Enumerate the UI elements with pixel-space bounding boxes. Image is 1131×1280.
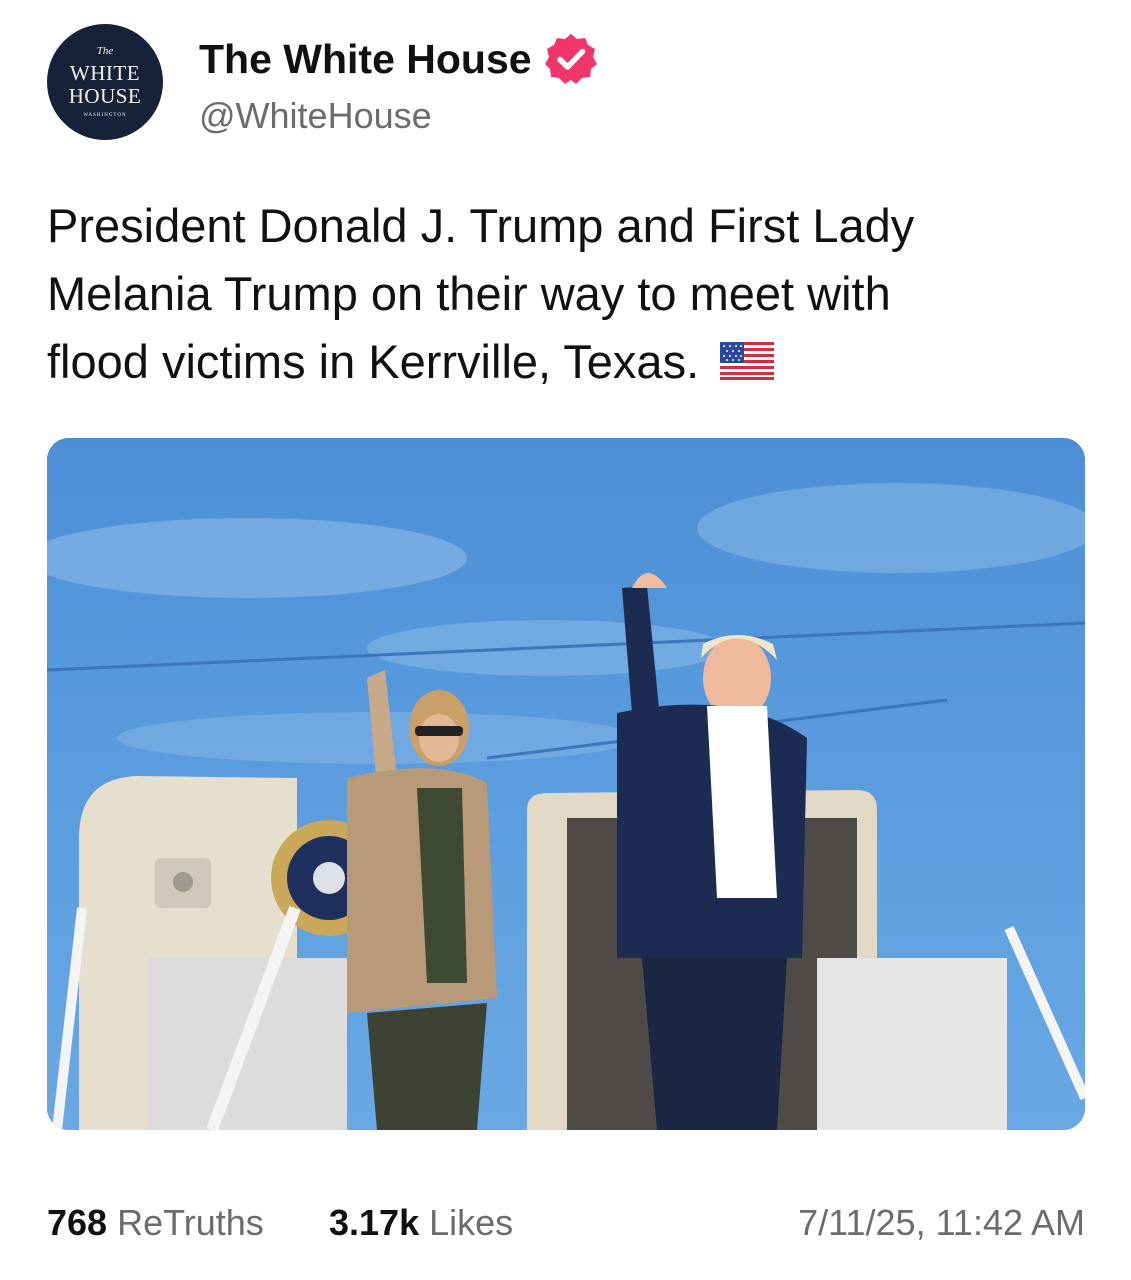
post-text-line-3: flood victims in Kerrville, Texas. xyxy=(47,335,700,388)
post-stats: 768 ReTruths 3.17k Likes 7/11/25, 11:42 AM xyxy=(47,1200,1085,1246)
post-header: The WHITE HOUSE WASHINGTON The White Hou… xyxy=(47,24,1087,140)
avatar-text-small: WASHINGTON xyxy=(83,113,127,118)
post-text-line: flood victims in Kerrville, Texas. xyxy=(47,328,1097,396)
post-timestamp: 7/11/25, 11:42 AM xyxy=(798,1202,1085,1243)
avatar[interactable]: The WHITE HOUSE WASHINGTON xyxy=(47,24,163,140)
avatar-text-white: WHITE xyxy=(69,61,141,85)
us-flag-icon xyxy=(720,341,775,380)
likes-stat[interactable]: 3.17k Likes xyxy=(329,1200,513,1246)
post-text-line: Melania Trump on their way to meet with xyxy=(47,267,891,320)
likes-count: 3.17k xyxy=(329,1202,420,1243)
likes-label: Likes xyxy=(429,1202,514,1243)
author-handle[interactable]: @WhiteHouse xyxy=(199,95,432,137)
author-display-name[interactable]: The White House xyxy=(199,34,532,84)
post-photo[interactable] xyxy=(47,438,1085,1130)
retruths-count: 768 xyxy=(47,1202,108,1243)
post-text: President Donald J. Trump and First Lady… xyxy=(47,192,1097,396)
avatar-text-house: HOUSE xyxy=(68,84,142,108)
avatar-text-the: The xyxy=(96,45,114,57)
post-text-line: President Donald J. Trump and First Lady xyxy=(47,199,915,252)
retruths-label: ReTruths xyxy=(117,1202,264,1243)
retruths-stat[interactable]: 768 ReTruths xyxy=(47,1200,264,1246)
verified-badge-icon xyxy=(544,34,597,84)
post-photo-illustration xyxy=(47,438,1085,1130)
author-name-row: The White House xyxy=(199,34,598,84)
